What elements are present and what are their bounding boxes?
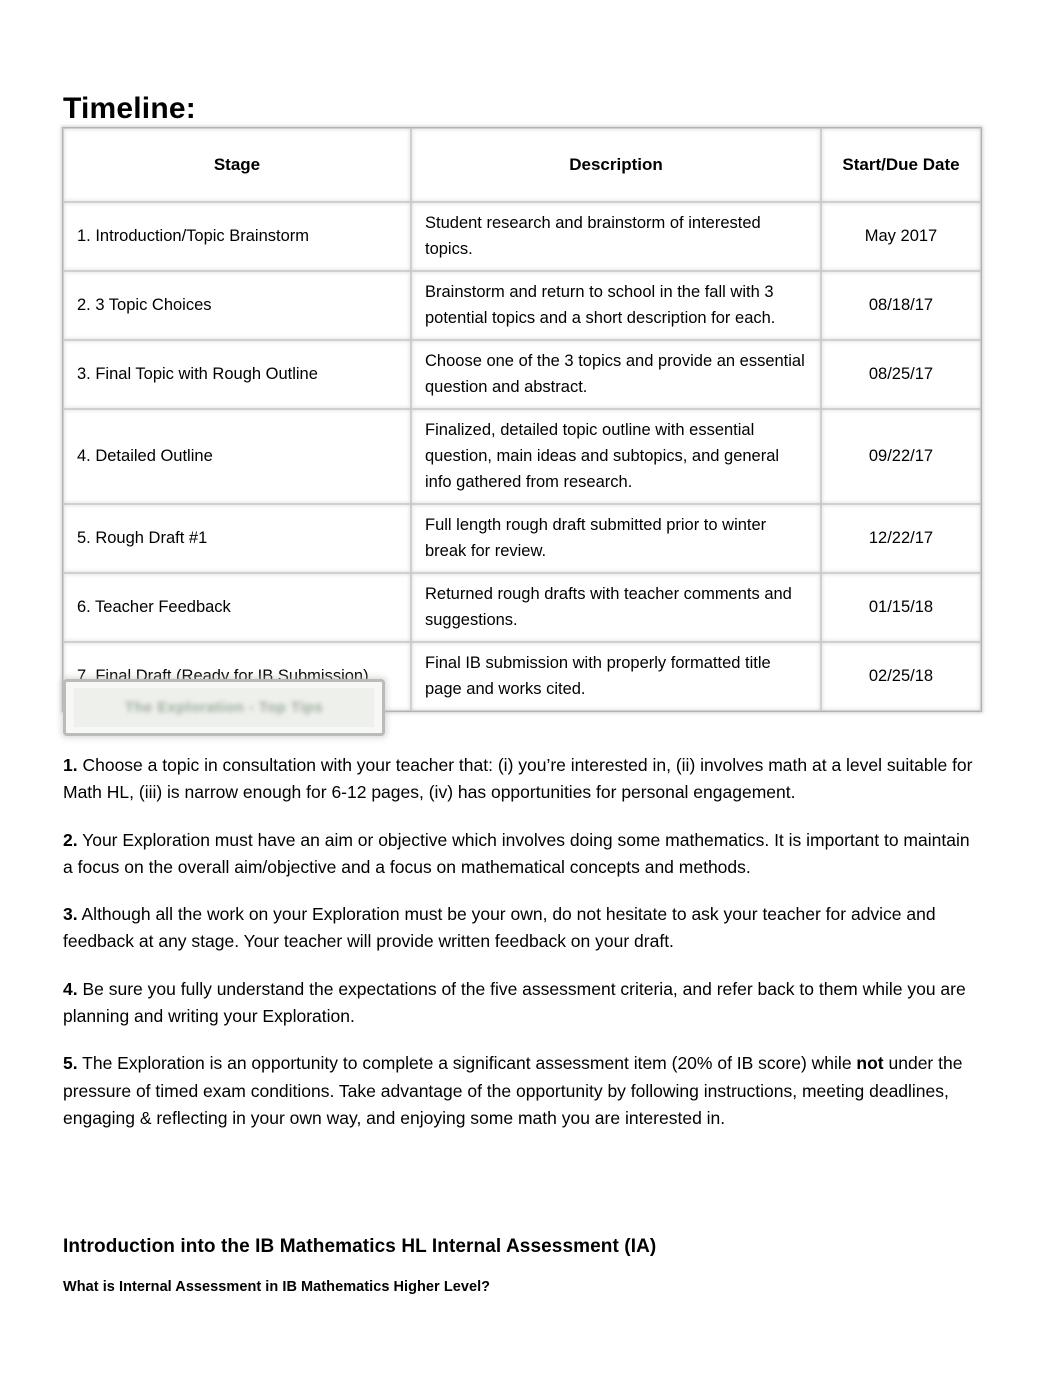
cell-stage: 6. Teacher Feedback [63, 573, 411, 643]
tip-number: 4. [63, 978, 78, 999]
section-subheading: What is Internal Assessment in IB Mathem… [63, 1278, 491, 1295]
cell-description: Returned rough drafts with teacher comme… [411, 573, 821, 643]
tip-text: Although all the work on your Exploratio… [63, 904, 936, 952]
cell-description: Brainstorm and return to school in the f… [411, 271, 821, 341]
cell-date: 09/22/17 [821, 409, 981, 505]
tip-item: 2. Your Exploration must have an aim or … [63, 827, 983, 882]
tip-banner: The Exploration - Top Tips [63, 679, 385, 736]
cell-date: May 2017 [821, 202, 981, 272]
tip-banner-inner: The Exploration - Top Tips [74, 688, 374, 727]
cell-description: Final IB submission with properly format… [411, 642, 821, 712]
cell-date: 02/25/18 [821, 642, 981, 712]
tip-text: Your Exploration must have an aim or obj… [63, 829, 970, 877]
tip-number: 1. [63, 755, 78, 775]
tip-text: Choose a topic in consultation with your… [63, 755, 973, 803]
cell-stage: 3. Final Topic with Rough Outline [63, 340, 411, 410]
timeline-table: Stage Description Start/Due Date 1. Intr… [63, 128, 981, 712]
cell-stage: 1. Introduction/Topic Brainstorm [63, 202, 411, 272]
tip-emphasis: not [856, 1053, 884, 1074]
table-header-row: Stage Description Start/Due Date [63, 128, 981, 202]
cell-description: Student research and brainstorm of inter… [411, 202, 821, 272]
table-row: 4. Detailed Outline Finalized, detailed t… [63, 409, 981, 505]
cell-stage: 4. Detailed Outline [63, 409, 411, 505]
cell-date: 08/18/17 [821, 271, 981, 341]
document-page: Timeline: Stage Description Start/Due Da… [0, 0, 1062, 1376]
tip-item: 1. Choose a topic in consultation with y… [63, 752, 983, 807]
cell-description: Finalized, detailed topic outline with e… [411, 409, 821, 505]
cell-description: Full length rough draft submitted prior … [411, 504, 821, 574]
table-row: 6. Teacher Feedback Returned rough drafts… [63, 573, 981, 643]
cell-stage: 5. Rough Draft #1 [63, 504, 411, 574]
page-title: Timeline: [63, 92, 196, 126]
table-row: 3. Final Topic with Rough Outline Choose … [63, 340, 981, 410]
tip-text: The Exploration is an opportunity to com… [77, 1053, 857, 1074]
cell-date: 12/22/17 [821, 504, 981, 574]
table-body: 1. Introduction/Topic Brainstorm Student … [63, 202, 981, 712]
tip-number: 3. [63, 904, 78, 925]
timeline-table-container: Stage Description Start/Due Date 1. Intr… [63, 128, 981, 712]
tip-number: 2. [63, 829, 78, 850]
cell-date: 08/25/17 [821, 340, 981, 410]
table-header: Stage Description Start/Due Date [63, 128, 981, 202]
cell-description: Choose one of the 3 topics and provide a… [411, 340, 821, 410]
table-row: 1. Introduction/Topic Brainstorm Student … [63, 202, 981, 272]
tip-text: Be sure you fully understand the expecta… [63, 978, 966, 1027]
column-header-date: Start/Due Date [821, 128, 981, 202]
section-heading: Introduction into the IB Mathematics HL … [63, 1235, 657, 1257]
tip-item: 3. Although all the work on your Explora… [63, 901, 983, 956]
cell-date: 01/15/18 [821, 573, 981, 643]
column-header-stage: Stage [63, 128, 411, 202]
column-header-description: Description [411, 128, 821, 202]
tip-banner-label: The Exploration - Top Tips [124, 699, 324, 716]
cell-stage: 2. 3 Topic Choices [63, 271, 411, 341]
tip-item: 5. The Exploration is an opportunity to … [63, 1050, 983, 1132]
tips-list: 1. Choose a topic in consultation with y… [63, 752, 983, 1132]
table-row: 5. Rough Draft #1 Full length rough draft… [63, 504, 981, 574]
tip-number: 5. [63, 1053, 78, 1074]
table-row: 2. 3 Topic Choices Brainstorm and return … [63, 271, 981, 341]
tip-item: 4. Be sure you fully understand the expe… [63, 976, 983, 1031]
